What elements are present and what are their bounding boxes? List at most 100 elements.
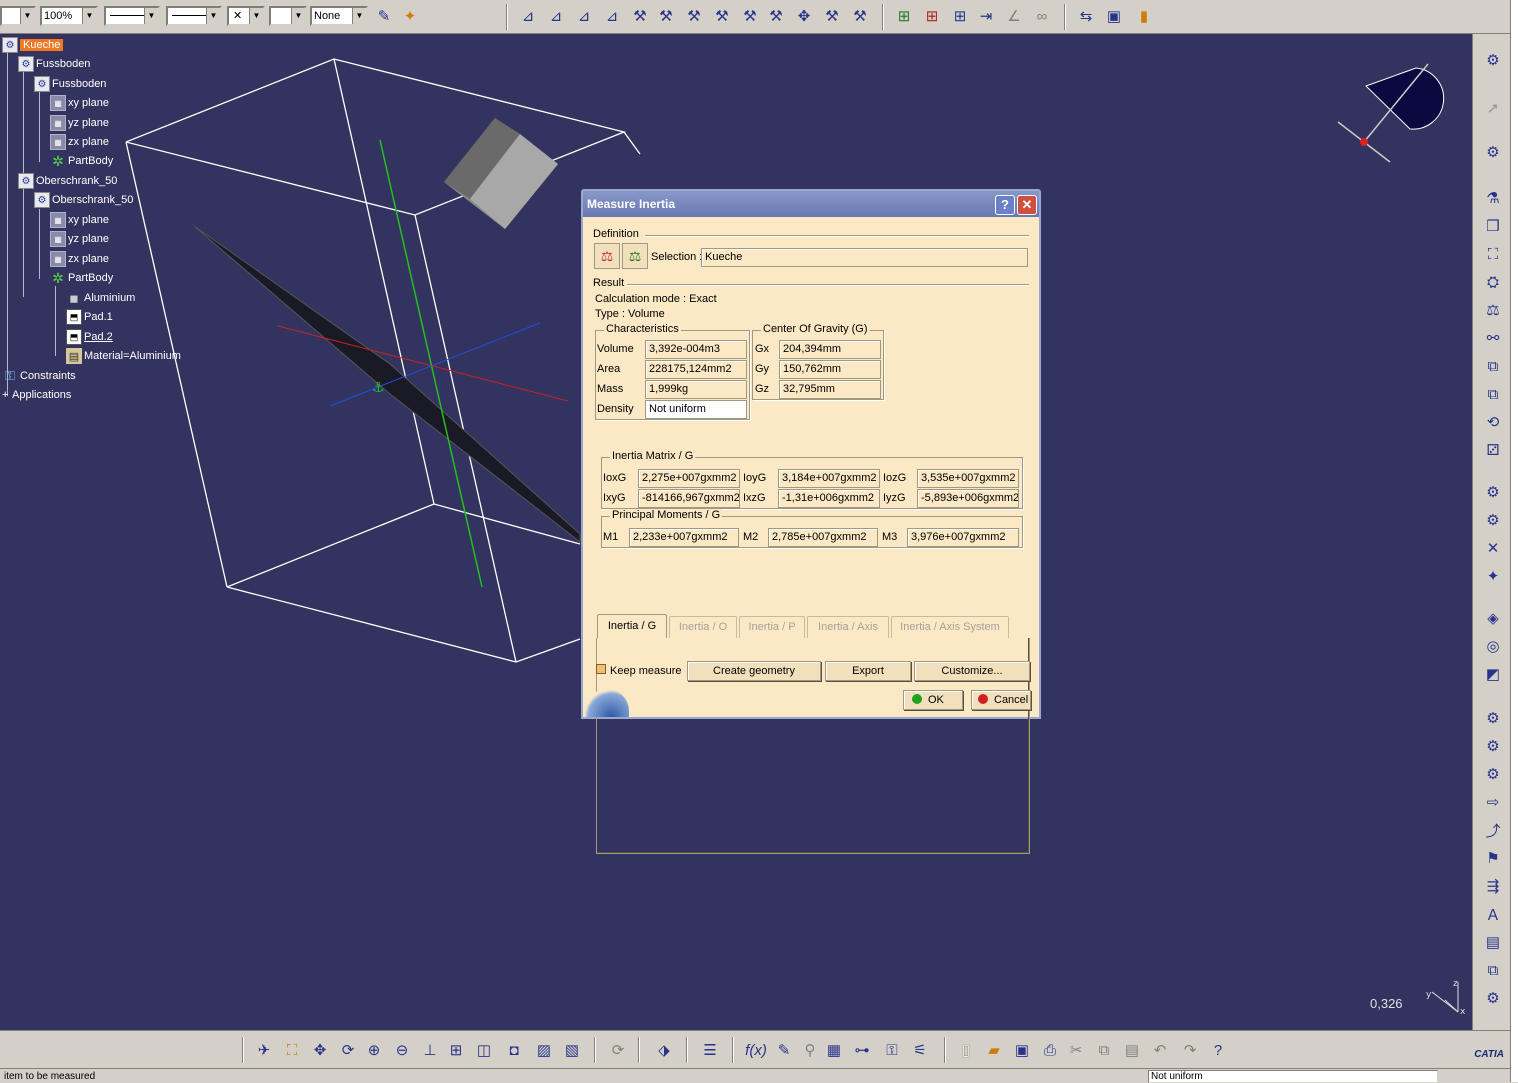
whats-this-icon[interactable]: ? <box>1206 1038 1230 1062</box>
hide-show-icon[interactable]: ▨ <box>532 1038 556 1062</box>
weld-icon[interactable]: ⇶ <box>1481 874 1505 898</box>
catalog-browser-icon[interactable]: ⚙ <box>1481 734 1505 758</box>
tree-item-partbody[interactable]: ✲ PartBody <box>50 152 113 170</box>
tree-item-yz-plane-2[interactable]: ▦ yz plane <box>50 230 109 248</box>
tree-item-constraints[interactable]: ⚿ Constraints <box>2 367 76 385</box>
selection-field[interactable]: Kueche <box>701 248 1028 267</box>
new-part-icon[interactable]: ❒ <box>1481 214 1505 238</box>
tool-icon[interactable]: ▮ <box>1132 4 1156 28</box>
compare-icon[interactable]: ⚒ <box>710 4 734 28</box>
save-icon[interactable]: ▣ <box>1010 1038 1034 1062</box>
help-button[interactable]: ? <box>995 195 1015 215</box>
point-style-combo[interactable]: ✕ ▼ <box>227 6 265 26</box>
zoom-combo[interactable]: 100% ▼ <box>40 6 98 26</box>
fit-all-icon[interactable]: ⛶ <box>280 1038 304 1062</box>
constraint-icon[interactable]: ⊞ <box>892 4 916 28</box>
paste-icon[interactable]: ▤ <box>1120 1038 1144 1062</box>
customize-button[interactable]: Customize... <box>914 661 1030 681</box>
explode-tool-icon[interactable]: ✕ <box>1481 536 1505 560</box>
split-icon[interactable]: ◈ <box>1481 606 1505 630</box>
sketch-icon[interactable]: ☰ <box>698 1038 722 1062</box>
zoom-in-icon[interactable]: ⊕ <box>362 1038 386 1062</box>
contact-constraint-icon[interactable]: ⊞ <box>948 4 972 28</box>
sweep-icon[interactable]: ⚒ <box>764 4 788 28</box>
measure-inertia-icon[interactable]: ⊿ <box>572 4 596 28</box>
normal-view-icon[interactable]: ⊥ <box>418 1038 442 1062</box>
settings-icon[interactable]: ⚙ <box>1481 986 1505 1010</box>
view-icon[interactable]: ▤ <box>1481 930 1505 954</box>
catalog-icon[interactable]: ⇆ <box>1074 4 1098 28</box>
measure-item-mode-icon[interactable]: ⚖ <box>594 243 620 269</box>
pan-icon[interactable]: ✥ <box>308 1038 332 1062</box>
select-arrow-icon[interactable]: ➚ <box>1481 96 1505 120</box>
tab-inertia-p[interactable]: Inertia / P <box>739 616 805 638</box>
tab-inertia-o[interactable]: Inertia / O <box>669 616 737 638</box>
format-painter-icon[interactable]: ✦ <box>398 4 422 28</box>
lineweight-combo[interactable]: ▼ <box>166 6 222 26</box>
redo-icon[interactable]: ↷ <box>1178 1038 1202 1062</box>
tree-item-partbody-2[interactable]: ✲ PartBody <box>50 269 113 287</box>
cancel-button[interactable]: Cancel <box>971 690 1031 710</box>
hierarchy-icon[interactable]: ⊶ <box>850 1038 874 1062</box>
keep-measure-checkbox[interactable] <box>596 664 606 674</box>
manipulate-icon[interactable]: ⚙ <box>1481 480 1505 504</box>
power-input-field[interactable]: Not uniform <box>1148 1070 1438 1083</box>
new-product-icon[interactable]: ⛶ <box>1481 242 1505 266</box>
export-button[interactable]: Export <box>825 661 911 681</box>
reorder-icon[interactable]: ⚖ <box>1481 298 1505 322</box>
tree-item-pad1[interactable]: ⬒ Pad.1 <box>66 308 113 326</box>
layer-combo[interactable]: ▼ <box>0 6 36 26</box>
replace-icon[interactable]: ⛭ <box>1481 270 1505 294</box>
copy-icon[interactable]: ⧉ <box>1092 1038 1116 1062</box>
tree-item-oberschrank-part[interactable]: ⚙ Oberschrank_50 <box>34 191 133 209</box>
text-icon[interactable]: Ａ <box>1481 902 1505 926</box>
distance-icon[interactable]: ⚒ <box>654 4 678 28</box>
paint-icon[interactable]: ✎ <box>372 4 396 28</box>
bom-icon[interactable]: ⚙ <box>1481 762 1505 786</box>
tree-item-zx-plane[interactable]: ▦ zx plane <box>50 133 109 151</box>
multi-instance-icon[interactable]: ⧉ <box>1481 354 1505 378</box>
tab-inertia-g[interactable]: Inertia / G <box>597 614 667 638</box>
clash-icon[interactable]: ⚒ <box>628 4 652 28</box>
measure-inertia-2d-icon[interactable]: ⚖ <box>622 243 648 269</box>
tree-item-applications[interactable]: + Applications <box>2 386 71 404</box>
open-folder-icon[interactable]: ▰ <box>982 1038 1006 1062</box>
shading-icon[interactable]: ◘ <box>502 1038 526 1062</box>
layer-number-combo[interactable]: ▼ <box>269 6 307 26</box>
annotation-text-icon[interactable]: ⤴ <box>1481 818 1505 842</box>
fly-icon[interactable]: ✈ <box>252 1038 276 1062</box>
measure-toolbar-icon[interactable]: ⬗ <box>652 1038 676 1062</box>
scenes-icon[interactable]: ⚙ <box>1481 706 1505 730</box>
zoom-out-icon[interactable]: ⊖ <box>390 1038 414 1062</box>
tree-root-kueche[interactable]: ⚙ Kueche <box>2 36 64 54</box>
print-icon[interactable]: ⎙ <box>1038 1038 1062 1062</box>
capture-icon[interactable]: ⧉ <box>1481 958 1505 982</box>
density-field[interactable]: Not uniform <box>645 400 747 419</box>
comment-icon[interactable]: ✎ <box>772 1038 796 1062</box>
tree-item-xy-plane-2[interactable]: ▦ xy plane <box>50 211 109 229</box>
gear-icon[interactable]: ⚙ <box>1481 48 1505 72</box>
measure-item-icon[interactable]: ⊿ <box>544 4 568 28</box>
parameters-icon[interactable]: ⚟ <box>908 1038 932 1062</box>
fast-multi-icon[interactable]: ⧉ <box>1481 382 1505 406</box>
ok-button[interactable]: OK <box>903 690 963 710</box>
analysis-tool-icon[interactable]: ⊿ <box>600 4 624 28</box>
flag-note-icon[interactable]: ⚑ <box>1481 846 1505 870</box>
cut-icon[interactable]: ✂ <box>1064 1038 1088 1062</box>
lock-icon[interactable]: ⚿ <box>880 1038 904 1062</box>
offset-constraint-icon[interactable]: ⇥ <box>974 4 998 28</box>
snap-tool-icon[interactable]: ⚙ <box>1481 508 1505 532</box>
pocket-icon[interactable]: ◩ <box>1481 662 1505 686</box>
update-icon[interactable]: ⟳ <box>606 1038 630 1062</box>
fix-constraint-icon[interactable]: ⊞ <box>920 4 944 28</box>
tree-item-aluminium[interactable]: ◼ Aluminium <box>66 289 135 307</box>
tree-item-fussboden[interactable]: ⚙ Fussboden <box>18 55 90 73</box>
swap-space-icon[interactable]: ▧ <box>560 1038 584 1062</box>
tree-item-xy-plane[interactable]: ▦ xy plane <box>50 94 109 112</box>
tree-item-zx-plane-2[interactable]: ▦ zx plane <box>50 250 109 268</box>
rotate-icon[interactable]: ⟳ <box>336 1038 360 1062</box>
explode-icon[interactable]: ⚒ <box>848 4 872 28</box>
refresh-icon[interactable]: ⟲ <box>1481 410 1505 434</box>
dialog-title[interactable]: Measure Inertia <box>583 191 1039 217</box>
pattern-icon[interactable]: ⚂ <box>1481 438 1505 462</box>
